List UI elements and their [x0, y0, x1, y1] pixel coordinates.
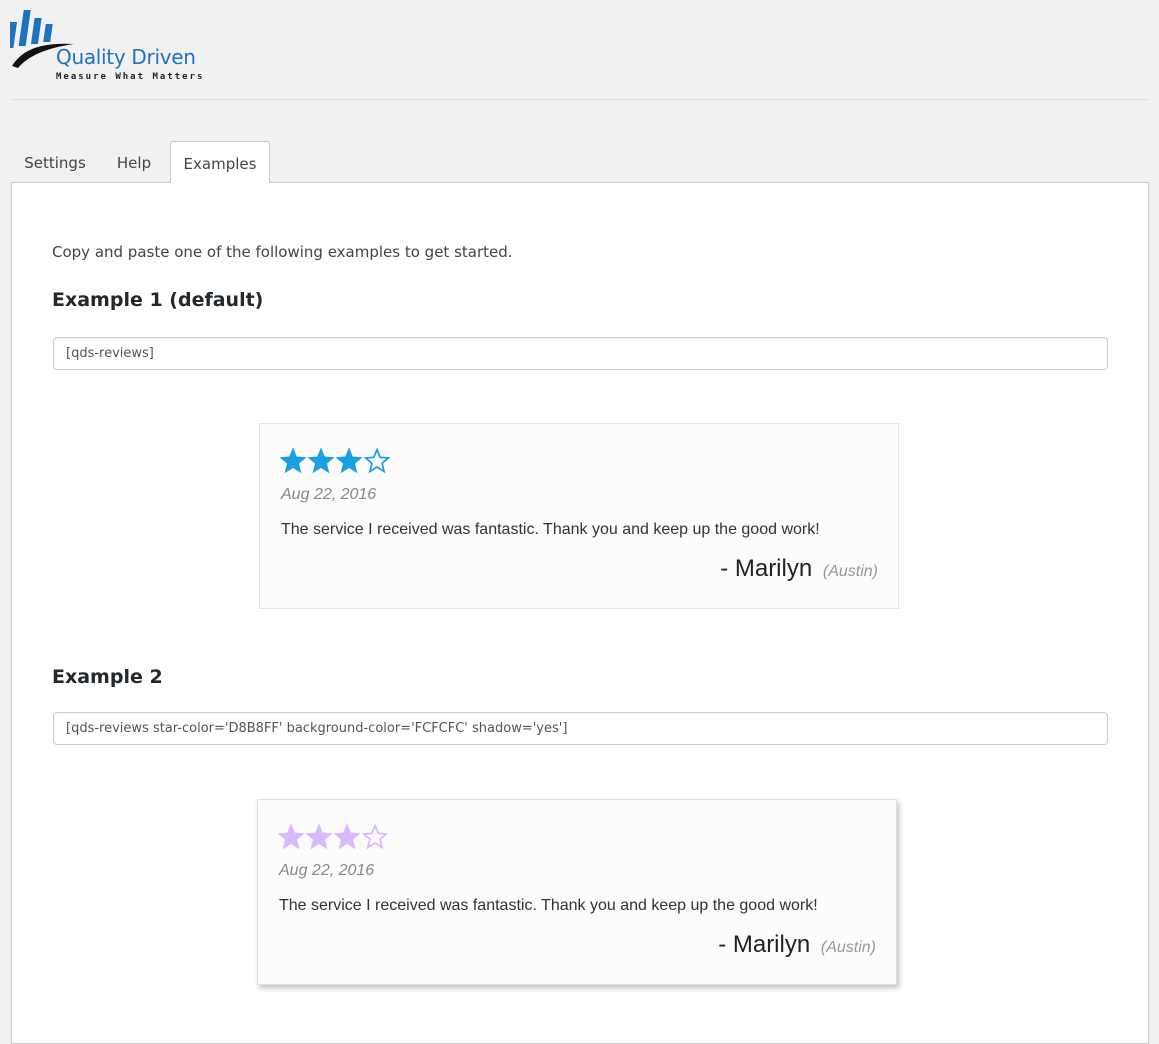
example-1-heading: Example 1 (default) [52, 289, 264, 311]
example-1-shortcode-input[interactable] [53, 337, 1108, 370]
star-rating [278, 824, 390, 854]
review-card-example-1: Aug 22, 2016 The service I received was … [259, 423, 899, 609]
star-rating [280, 448, 392, 478]
header-divider [12, 99, 1148, 100]
review-date: Aug 22, 2016 [281, 486, 377, 503]
review-text: The service I received was fantastic. Th… [279, 897, 818, 914]
logo: Quality Driven Measure What Matters [10, 8, 220, 88]
author-name: - Marilyn [720, 555, 813, 582]
star-filled-icon [336, 448, 364, 476]
author-location: (Austin) [822, 563, 878, 580]
star-filled-icon [308, 448, 336, 476]
review-text: The service I received was fantastic. Th… [281, 521, 820, 538]
header: Quality Driven Measure What Matters [0, 0, 1159, 100]
star-empty-icon [364, 448, 392, 476]
examples-panel: Copy and paste one of the following exam… [11, 182, 1149, 1044]
star-filled-icon [278, 824, 306, 852]
author-name: - Marilyn [718, 931, 811, 958]
tab-examples[interactable]: Examples [170, 141, 270, 183]
brand-name: Quality Driven [56, 45, 196, 69]
tab-help[interactable]: Help [103, 141, 165, 182]
brand-tagline: Measure What Matters [56, 72, 205, 82]
review-author: - Marilyn (Austin) [720, 555, 878, 583]
example-2-shortcode-input[interactable] [53, 712, 1108, 745]
author-location: (Austin) [820, 939, 876, 956]
review-date: Aug 22, 2016 [279, 862, 375, 879]
review-card-example-2: Aug 22, 2016 The service I received was … [257, 799, 897, 985]
star-filled-icon [334, 824, 362, 852]
star-filled-icon [280, 448, 308, 476]
review-author: - Marilyn (Austin) [718, 931, 876, 959]
star-empty-icon [362, 824, 390, 852]
example-2-heading: Example 2 [52, 666, 163, 688]
intro-text: Copy and paste one of the following exam… [52, 243, 513, 261]
tab-settings[interactable]: Settings [12, 141, 98, 182]
star-filled-icon [306, 824, 334, 852]
